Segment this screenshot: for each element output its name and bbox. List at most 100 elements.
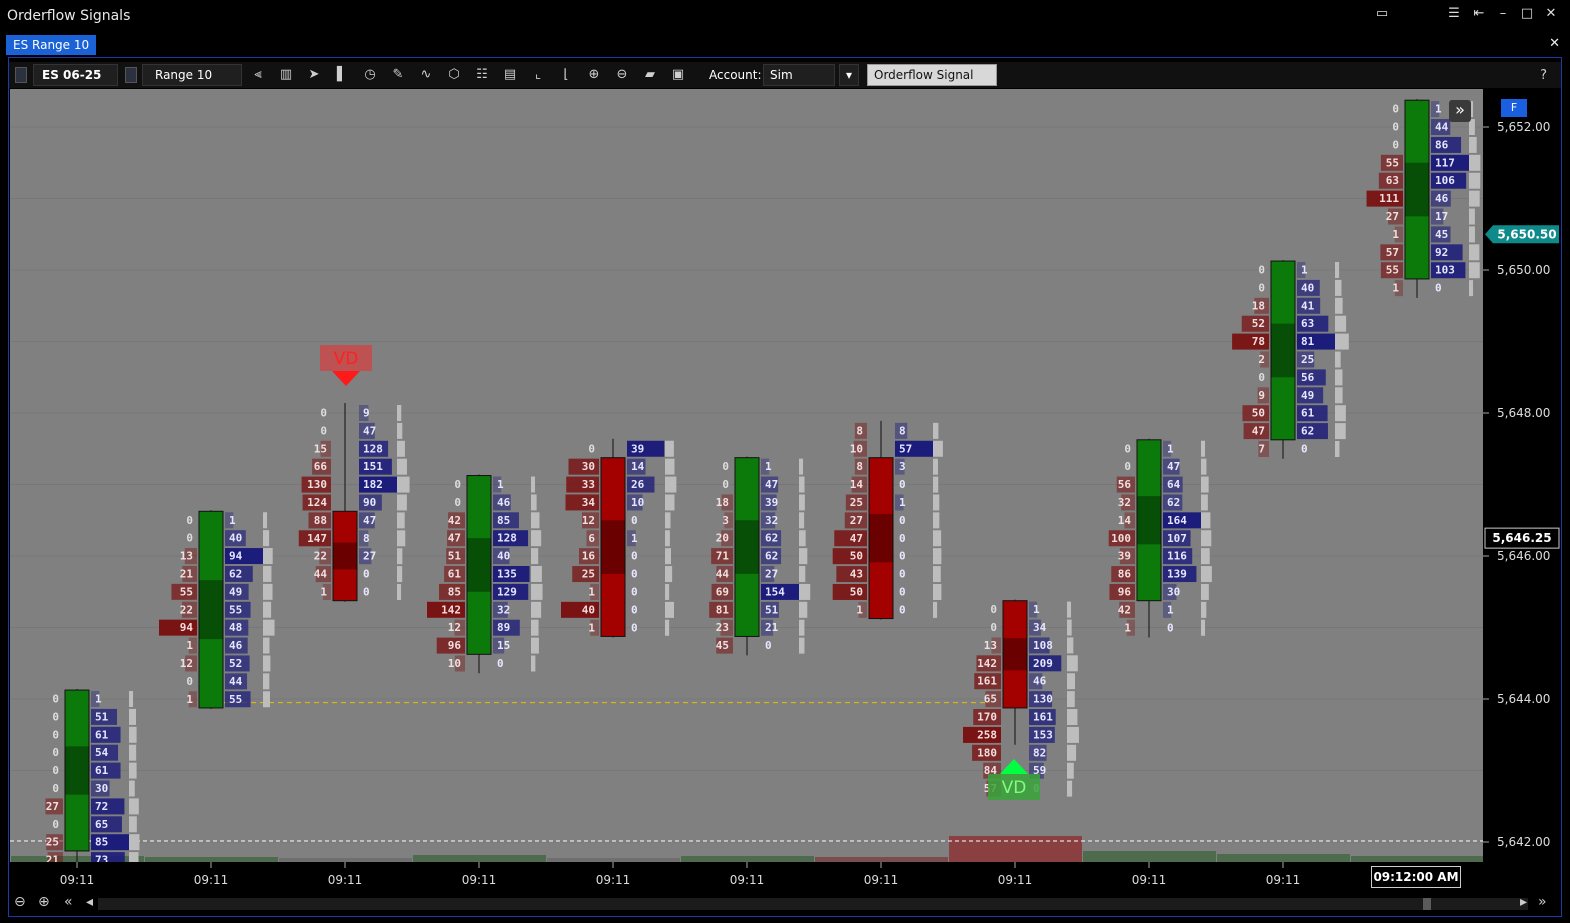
footprint-bar[interactable]: 0 1 0 47 56 64 32 62 14 164 100 107 39 116 86 139 96 30 42… [1108,438,1212,638]
scroll-thumb[interactable] [1423,898,1431,910]
volume-profile-cell [263,673,270,690]
zoom-out-bottom-icon[interactable]: ⊖ [14,894,26,910]
ask-volume: 49 [229,585,242,598]
instrument-selector[interactable]: ES 06-25 [33,64,118,86]
bid-volume: 42 [448,514,461,527]
tab-close-icon[interactable]: ✕ [1549,36,1560,51]
bid-volume: 47 [1252,425,1265,438]
footprint-bar[interactable]: 0 1 0 40 13 94 21 62 55 49 22 55 94 48 1 46 12 52 0 44 1 55 [159,510,275,709]
chart-panel[interactable]: 0 1 0 51 0 61 0 54 0 61 0 30 27 72 0 65 25 85 21 73 0 1 0 40 13 9… [10,89,1483,862]
ask-volume: 65 [95,818,108,831]
minimize-icon[interactable]: – [1494,6,1512,21]
ask-volume: 30 [95,782,108,795]
volume-profile-cell [933,494,940,511]
close-icon[interactable]: ✕ [1542,6,1560,21]
signal-pack-button[interactable]: Orderflow Signal Pack [867,64,997,102]
bar-type-selector[interactable]: Range 10 [142,64,242,86]
volume-profile-cell [665,530,670,547]
scroll-left-icon[interactable]: ◂ [86,894,93,910]
ask-volume: 39 [765,496,778,509]
ask-volume: 61 [95,764,109,777]
menu-icon[interactable]: ☰ [1445,6,1463,21]
volume-profile-cell [129,780,135,797]
maximize-icon[interactable]: □ [1518,6,1536,21]
instrument-link-icon[interactable] [15,67,27,83]
tab-es-range-10[interactable]: ES Range 10 [6,35,97,55]
interval-link-icon[interactable] [125,67,137,83]
zoom-in-bottom-icon[interactable]: ⊕ [38,894,50,910]
ask-volume: 130 [1033,693,1053,706]
bid-volume: 6 [588,532,595,545]
clock-icon[interactable]: ◷ [361,66,379,84]
volume-profile-cell [799,476,805,493]
value-area [199,580,223,640]
bid-volume: 22 [314,550,327,563]
volume-profile-cell [1201,583,1209,600]
folder-icon[interactable]: ▰ [641,66,659,84]
list-icon[interactable]: ☷ [473,66,491,84]
volume-profile-cell [531,619,539,636]
footprint-bar[interactable]: 0 90 4715 12866 151130 182124 9088 47147 822 2744… [298,403,410,602]
arrow-down-icon [332,371,360,386]
volume-profile-cell [1067,780,1073,797]
help-icon[interactable]: ? [1540,68,1547,83]
volume-profile-cell [263,512,268,529]
volume-profile-cell [129,691,134,707]
footprint-chart[interactable]: 0 10 510 610 540 610 3027 720 6525 8521 730 10 4013 9… [10,89,1483,862]
bid-volume: 69 [716,585,729,598]
price-axis[interactable]: 5,652.00 5,650.00 5,648.00 5,646.00 5,644.00… [1483,89,1561,862]
ask-volume: 44 [1435,121,1449,134]
save-icon[interactable]: ▣ [669,66,687,84]
value-area [1003,638,1027,671]
bid-volume: 25 [46,836,59,849]
footprint-bar[interactable]: 0 10 4642 8547 12851 4061 13585 129142 3212 8996 1… [427,474,543,674]
account-selector[interactable]: Sim Default [763,64,835,102]
scroll-right-icon[interactable]: ▸ [1520,894,1527,910]
bid-volume: 1 [186,639,193,652]
ask-volume: 63 [1301,317,1314,330]
scroll-start-icon[interactable]: « [64,894,73,910]
footprint-bar[interactable]: 0 1 0 51 0 61 0 54 0 61 0 30 27 72 0 65 25 85 21 73 [45,689,140,862]
ask-volume: 0 [363,586,370,599]
f-button[interactable]: F [1501,99,1527,117]
bid-volume: 0 [52,693,59,706]
pointer-icon[interactable]: ➤ [305,66,323,84]
footprint-bar[interactable]: 0 1 0 40 18 41 52 63 78 81 2 25 0 56 9 49 50 61 47 62 7 0 [1232,260,1349,459]
volume-profile-cell [665,601,674,618]
scroll-track[interactable] [98,898,1528,910]
ask-volume: 154 [765,585,785,598]
footprint-bar[interactable]: 0 3930 1433 2634 1012 06 116 025 01 040 01 0 [561,438,677,638]
bid-volume: 81 [716,603,730,616]
ask-volume: 1 [631,532,638,545]
ask-volume: 82 [1033,746,1046,759]
zoom-out-icon[interactable]: ⊖ [613,66,631,84]
candlestick-icon[interactable]: ▌ [333,66,351,84]
bid-volume: 0 [454,496,461,509]
ask-volume: 64 [1167,478,1181,491]
axis-scale-icon[interactable]: ⌊ [557,66,575,84]
indicator-icon[interactable]: ∿ [417,66,435,84]
time-axis[interactable]: 09:11 09:11 09:11 09:11 09:11 09:11 09:11 09:11… [10,862,1483,892]
bar-spacing-icon[interactable]: ▥ [277,66,295,84]
cube-icon[interactable]: ⬡ [445,66,463,84]
workspace-icon[interactable]: ▭ [1373,6,1391,21]
footprint-bar[interactable]: 8 810 578 314 025 127 047 050 043 050 01 0 [832,420,943,620]
axis-icon[interactable]: ⌞ [529,66,547,84]
pin-icon[interactable]: ⇤ [1470,6,1488,21]
properties-icon[interactable]: ▤ [501,66,519,84]
bid-volume: 0 [1124,460,1131,473]
volume-profile-cell [1067,744,1077,761]
scroll-to-latest-icon[interactable]: » [1449,100,1471,122]
ask-volume: 62 [1167,496,1180,509]
horizontal-scrollbar[interactable]: ⊖ ⊕ « ◂ ▸ » [10,894,1561,914]
ask-volume: 62 [765,550,778,563]
zoom-in-icon[interactable]: ⊕ [585,66,603,84]
ask-volume: 40 [497,550,510,563]
account-dropdown-icon[interactable]: ▾ [839,64,859,86]
chart-style-icon[interactable]: ⫷ [249,66,267,84]
ask-volume: 107 [1167,532,1187,545]
scroll-end-icon[interactable]: » [1538,894,1547,910]
volume-profile-cell [799,583,811,600]
volume-profile-cell [799,637,805,654]
pencil-icon[interactable]: ✎ [389,66,407,84]
